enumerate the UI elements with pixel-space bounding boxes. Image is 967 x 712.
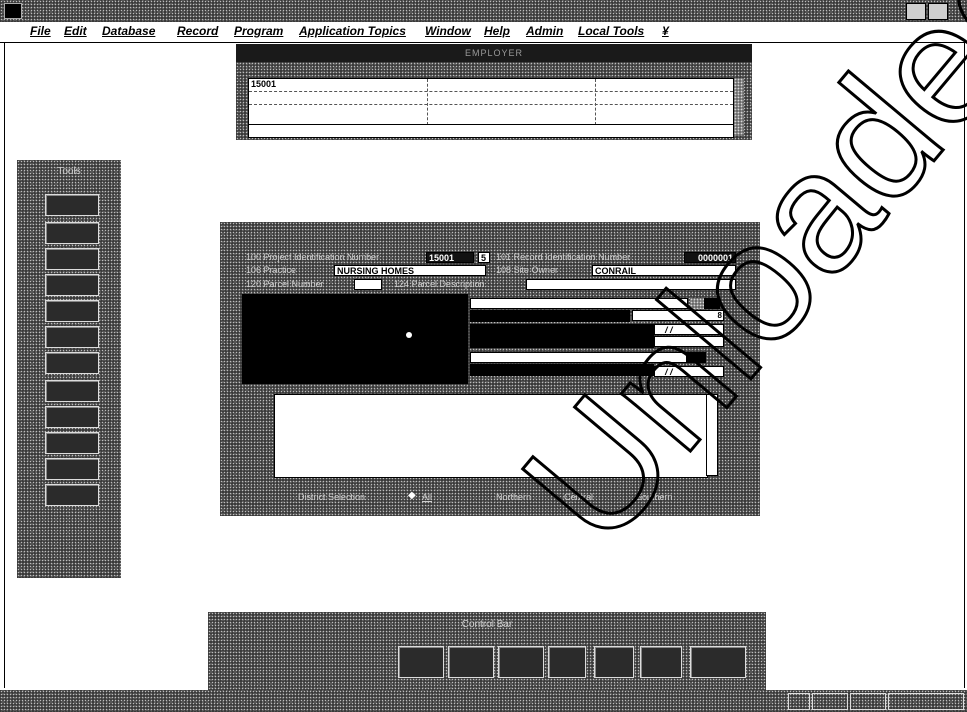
practice-field[interactable]: NURSING HOMES <box>334 265 486 276</box>
parcel-description-label: 124 Parcel Description <box>394 279 485 289</box>
dialog-title-bar <box>220 222 760 238</box>
employer-id-cell[interactable]: 15001 <box>251 79 276 89</box>
record-dialog: 100 Project Identification Number 15001 … <box>220 222 760 516</box>
menu-help[interactable]: Help <box>484 24 510 38</box>
control-bar: Control Bar <box>208 612 766 700</box>
district-all-radio[interactable]: All <box>422 492 432 502</box>
status-panel-1 <box>788 693 810 710</box>
employer-grid[interactable]: 15001 <box>248 78 734 126</box>
project-id-suffix-field[interactable]: 5 <box>478 252 490 263</box>
parcel-number-label: 120 Parcel Number <box>246 279 324 289</box>
field-bar-1[interactable] <box>470 298 688 309</box>
status-panel-2 <box>812 693 848 710</box>
menu-application-topics[interactable]: Application Topics <box>299 24 406 38</box>
tools-title: Tools <box>57 166 81 177</box>
control-button-5[interactable] <box>594 646 634 678</box>
number-field[interactable]: 8 <box>632 310 724 321</box>
tool-button-7[interactable] <box>45 352 99 374</box>
parcel-number-field[interactable] <box>354 279 382 290</box>
project-id-label: 100 Project Identification Number <box>246 252 380 262</box>
menu-window[interactable]: Window <box>425 24 471 38</box>
tool-button-1[interactable] <box>45 194 99 216</box>
status-bar <box>0 690 967 712</box>
table-row[interactable]: 15001 <box>249 79 733 92</box>
project-id-field[interactable]: 15001 <box>426 252 474 263</box>
info-panel <box>242 294 468 384</box>
tool-button-2[interactable] <box>45 222 99 244</box>
menu-program[interactable]: Program <box>234 24 283 38</box>
menu-local-tools[interactable]: Local Tools <box>578 24 644 38</box>
indicator-dot <box>406 332 412 338</box>
column-divider <box>595 79 596 125</box>
table-row[interactable] <box>249 105 733 117</box>
date-field-2[interactable] <box>654 336 724 347</box>
control-button-4[interactable] <box>548 646 586 678</box>
menu-bar: File Edit Database Record Program Applic… <box>0 22 967 43</box>
menu-yen[interactable]: ¥ <box>662 24 669 38</box>
district-selection-label: District Selection <box>298 492 366 502</box>
memo-scrollbar[interactable] <box>706 394 718 476</box>
tool-button-10[interactable] <box>45 432 99 454</box>
status-panel-3 <box>850 693 886 710</box>
control-button-1[interactable] <box>398 646 444 678</box>
tool-button-5[interactable] <box>45 300 99 322</box>
column-divider <box>427 79 428 125</box>
menu-edit[interactable]: Edit <box>64 24 87 38</box>
tools-palette: Tools <box>17 160 121 578</box>
vertical-scrollbar[interactable] <box>734 78 744 136</box>
maximize-button[interactable] <box>928 3 948 20</box>
memo-textarea[interactable] <box>274 394 708 478</box>
date-field-3[interactable]: / / <box>654 366 724 377</box>
tool-button-6[interactable] <box>45 326 99 348</box>
employer-title: EMPLOYER <box>236 44 752 62</box>
tool-button-12[interactable] <box>45 484 99 506</box>
tool-button-11[interactable] <box>45 458 99 480</box>
spacer <box>690 298 704 309</box>
tool-button-9[interactable] <box>45 406 99 428</box>
control-button-6[interactable] <box>640 646 682 678</box>
menu-file[interactable]: File <box>30 24 51 38</box>
district-central-radio[interactable]: Central <box>564 492 593 502</box>
table-row[interactable] <box>249 92 733 105</box>
record-id-label: 101 Record Identification Number <box>496 252 631 262</box>
field-bar-2[interactable] <box>470 352 688 363</box>
minimize-button[interactable] <box>906 3 926 20</box>
field-button-1[interactable] <box>704 298 720 309</box>
field-block-1 <box>470 310 630 322</box>
tool-button-3[interactable] <box>45 248 99 270</box>
district-southern-radio[interactable]: Southern <box>636 492 673 502</box>
field-button-2[interactable] <box>686 352 706 363</box>
radio-selected-icon[interactable]: ◆ <box>408 490 416 501</box>
menu-database[interactable]: Database <box>102 24 155 38</box>
title-bar <box>0 0 967 22</box>
employer-window: EMPLOYER 15001 <box>236 44 752 140</box>
control-bar-title: Control Bar <box>461 619 513 630</box>
system-menu-icon[interactable] <box>4 3 22 19</box>
control-button-3[interactable] <box>498 646 544 678</box>
tool-button-8[interactable] <box>45 380 99 402</box>
district-northern-radio[interactable]: Northern <box>496 492 531 502</box>
control-button-7[interactable] <box>690 646 746 678</box>
site-owner-label: 108 Site Owner <box>496 265 559 275</box>
site-owner-field[interactable]: CONRAIL <box>592 265 736 276</box>
record-id-field[interactable]: 0000001 <box>684 252 736 263</box>
date-field-1[interactable]: / / <box>654 324 724 335</box>
control-button-2[interactable] <box>448 646 494 678</box>
parcel-description-field[interactable] <box>526 279 736 290</box>
field-block-2 <box>470 324 654 348</box>
practice-label: 106 Practice <box>246 265 297 275</box>
tool-button-4[interactable] <box>45 274 99 296</box>
status-panel-4 <box>888 693 964 710</box>
field-block-3 <box>470 364 654 376</box>
menu-record[interactable]: Record <box>177 24 218 38</box>
horizontal-scrollbar[interactable] <box>248 124 734 138</box>
menu-admin[interactable]: Admin <box>526 24 563 38</box>
